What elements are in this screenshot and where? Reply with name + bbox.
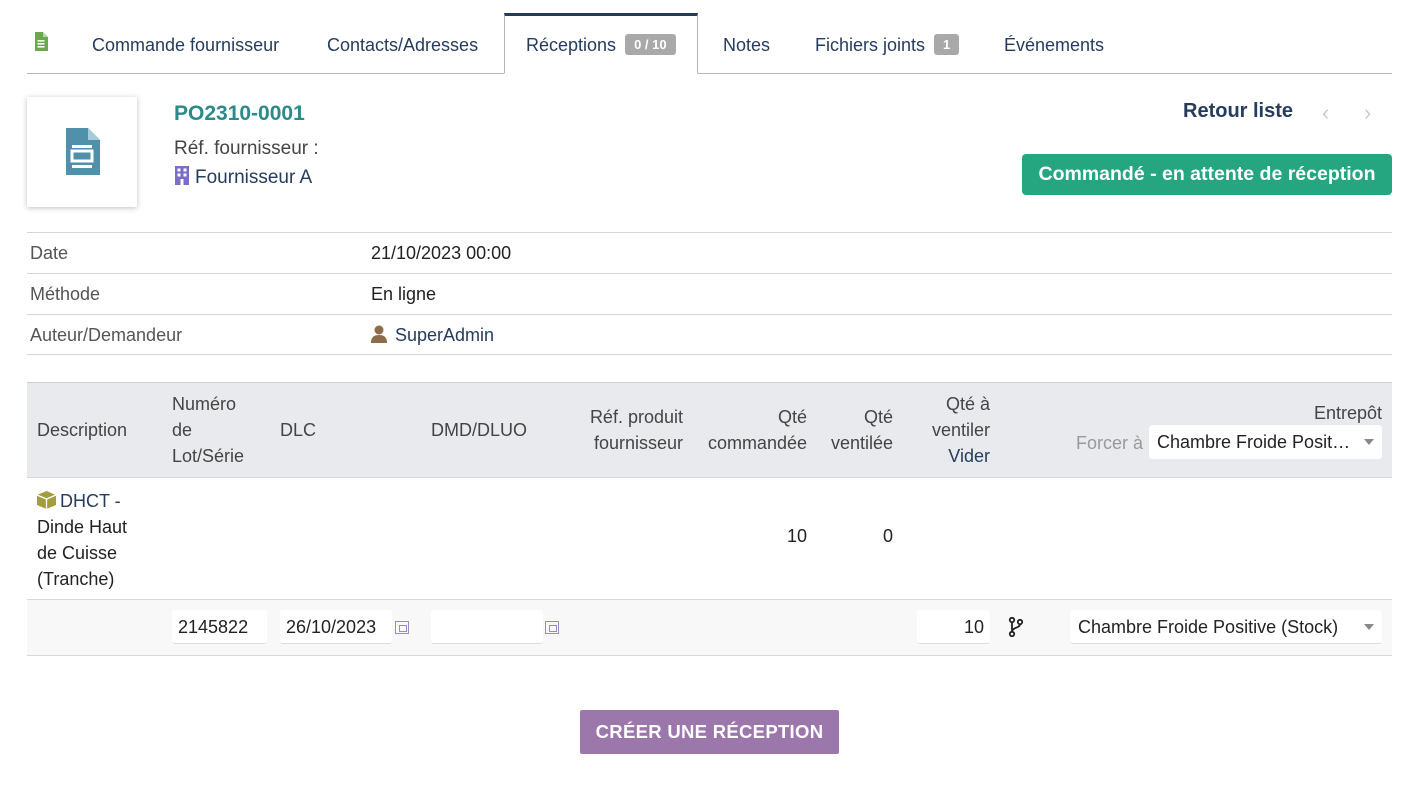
product-link[interactable]: DHCT -: [37, 491, 121, 511]
tab-label: Commande fournisseur: [92, 35, 280, 55]
tab-commande-fournisseur[interactable]: Commande fournisseur: [92, 13, 279, 74]
object-thumbnail: [27, 97, 137, 207]
col-lot: Numéro de Lot/Série: [172, 391, 244, 469]
table-header: Description Numéro de Lot/Série DLC DMD/…: [27, 382, 1392, 477]
clear-link[interactable]: Vider: [948, 446, 990, 466]
product-name-line: (Tranche): [37, 569, 115, 589]
col-line: Qté à: [945, 394, 990, 414]
col-line: Qté: [863, 407, 893, 427]
col-lot-line: Numéro: [172, 394, 237, 414]
author-link[interactable]: SuperAdmin: [371, 325, 494, 346]
document-icon[interactable]: [34, 32, 48, 51]
info-row-author: Auteur/Demandeur SuperAdmin: [27, 314, 1392, 355]
col-line: Réf. produit: [589, 407, 683, 427]
col-line: commandée: [707, 433, 807, 453]
product-description: DHCT - Dinde Haut de Cuisse (Tranche): [37, 488, 147, 592]
col-supplier-ref: Réf. produit fournisseur: [572, 404, 683, 456]
info-label: Méthode: [30, 284, 101, 304]
info-value: 21/10/2023 00:00: [371, 243, 512, 263]
select-value: Chambre Froide Positive (Stock): [1157, 432, 1354, 452]
tab-label: Réceptions: [526, 35, 617, 55]
info-label: Auteur/Demandeur: [30, 325, 183, 345]
info-table: Date 21/10/2023 00:00 Méthode En ligne A…: [27, 232, 1392, 355]
info-row-method: Méthode En ligne: [27, 273, 1392, 314]
next-record-icon[interactable]: ›: [1364, 100, 1371, 126]
force-label: Forcer à: [1076, 433, 1144, 453]
dmd-date-input[interactable]: [431, 610, 543, 644]
back-to-list-link[interactable]: Retour liste: [1183, 100, 1293, 123]
tab-evenements[interactable]: Événements: [1004, 13, 1104, 74]
previous-record-icon[interactable]: ‹: [1322, 100, 1329, 126]
files-count-badge: 1: [934, 34, 960, 55]
table-row: DHCT - Dinde Haut de Cuisse (Tranche) 10…: [27, 477, 1392, 599]
supplier-name: Fournisseur A: [195, 167, 313, 188]
tab-bar: Commande fournisseur Contacts/Adresses R…: [27, 13, 1392, 74]
force-warehouse-select[interactable]: Chambre Froide Positive (Stock): [1149, 425, 1382, 459]
supplier-ref-label: Réf. fournisseur :: [174, 138, 319, 159]
info-value: En ligne: [371, 284, 437, 304]
building-icon: [175, 166, 189, 185]
chevron-down-icon: [1364, 439, 1374, 445]
purchase-order-icon: [66, 128, 100, 175]
col-warehouse: Entrepôt: [1313, 403, 1382, 423]
col-dmd: DMD/DLUO: [431, 420, 528, 440]
col-line: Qté: [777, 407, 807, 427]
tab-label: Fichiers joints: [815, 35, 926, 55]
info-row-date: Date 21/10/2023 00:00: [27, 232, 1392, 273]
col-lot-line: Lot/Série: [172, 446, 245, 466]
product-box-icon: [37, 491, 56, 509]
dlc-date-input[interactable]: [280, 610, 392, 644]
select-value: Chambre Froide Positive (Stock): [1078, 617, 1339, 637]
supplier-link[interactable]: Fournisseur A: [174, 166, 312, 189]
qty-ordered-value: 10: [786, 526, 807, 546]
col-qty-to-dispatch: Qté à ventiler Vider: [917, 391, 990, 469]
col-dlc: DLC: [280, 420, 317, 440]
warehouse-select[interactable]: Chambre Froide Positive (Stock): [1070, 610, 1382, 644]
col-qty-dispatched: Qté ventilée: [817, 404, 893, 456]
col-qty-ordered: Qté commandée: [697, 404, 807, 456]
qty-dispatched-value: 0: [882, 526, 893, 546]
dispatch-entry-row: Chambre Froide Positive (Stock): [27, 599, 1392, 656]
product-name-line: de Cuisse: [37, 543, 118, 563]
col-line: ventilée: [830, 433, 893, 453]
tab-fichiers-joints[interactable]: Fichiers joints 1: [815, 13, 960, 74]
chevron-down-icon: [1364, 624, 1374, 630]
receptions-count-badge: 0 / 10: [625, 34, 676, 55]
info-label: Date: [30, 243, 69, 263]
product-name-line: Dinde Haut: [37, 517, 128, 537]
tab-notes[interactable]: Notes: [723, 13, 770, 74]
dispatch-table: Description Numéro de Lot/Série DLC DMD/…: [27, 382, 1392, 656]
col-line: ventiler: [931, 420, 990, 440]
qty-to-dispatch-input[interactable]: [917, 610, 990, 644]
col-description: Description: [37, 420, 128, 440]
tab-label: Événements: [1004, 35, 1105, 55]
order-reference: PO2310-0001: [174, 102, 305, 125]
split-line-icon[interactable]: [1008, 617, 1024, 637]
tab-label: Notes: [723, 35, 771, 55]
author-name: SuperAdmin: [395, 325, 495, 345]
col-lot-line: de: [172, 420, 193, 440]
calendar-icon[interactable]: [545, 621, 559, 634]
tab-contacts-adresses[interactable]: Contacts/Adresses: [327, 13, 478, 74]
tab-receptions[interactable]: Réceptions 0 / 10: [504, 13, 698, 74]
status-badge: Commandé - en attente de réception: [1022, 154, 1392, 195]
tab-label: Contacts/Adresses: [327, 35, 479, 55]
create-reception-button[interactable]: CRÉER UNE RÉCEPTION: [580, 710, 839, 754]
calendar-icon[interactable]: [395, 621, 409, 634]
col-line: fournisseur: [593, 433, 683, 453]
user-icon: [371, 325, 387, 343]
lot-input[interactable]: [172, 610, 267, 644]
product-code: DHCT -: [60, 491, 121, 511]
